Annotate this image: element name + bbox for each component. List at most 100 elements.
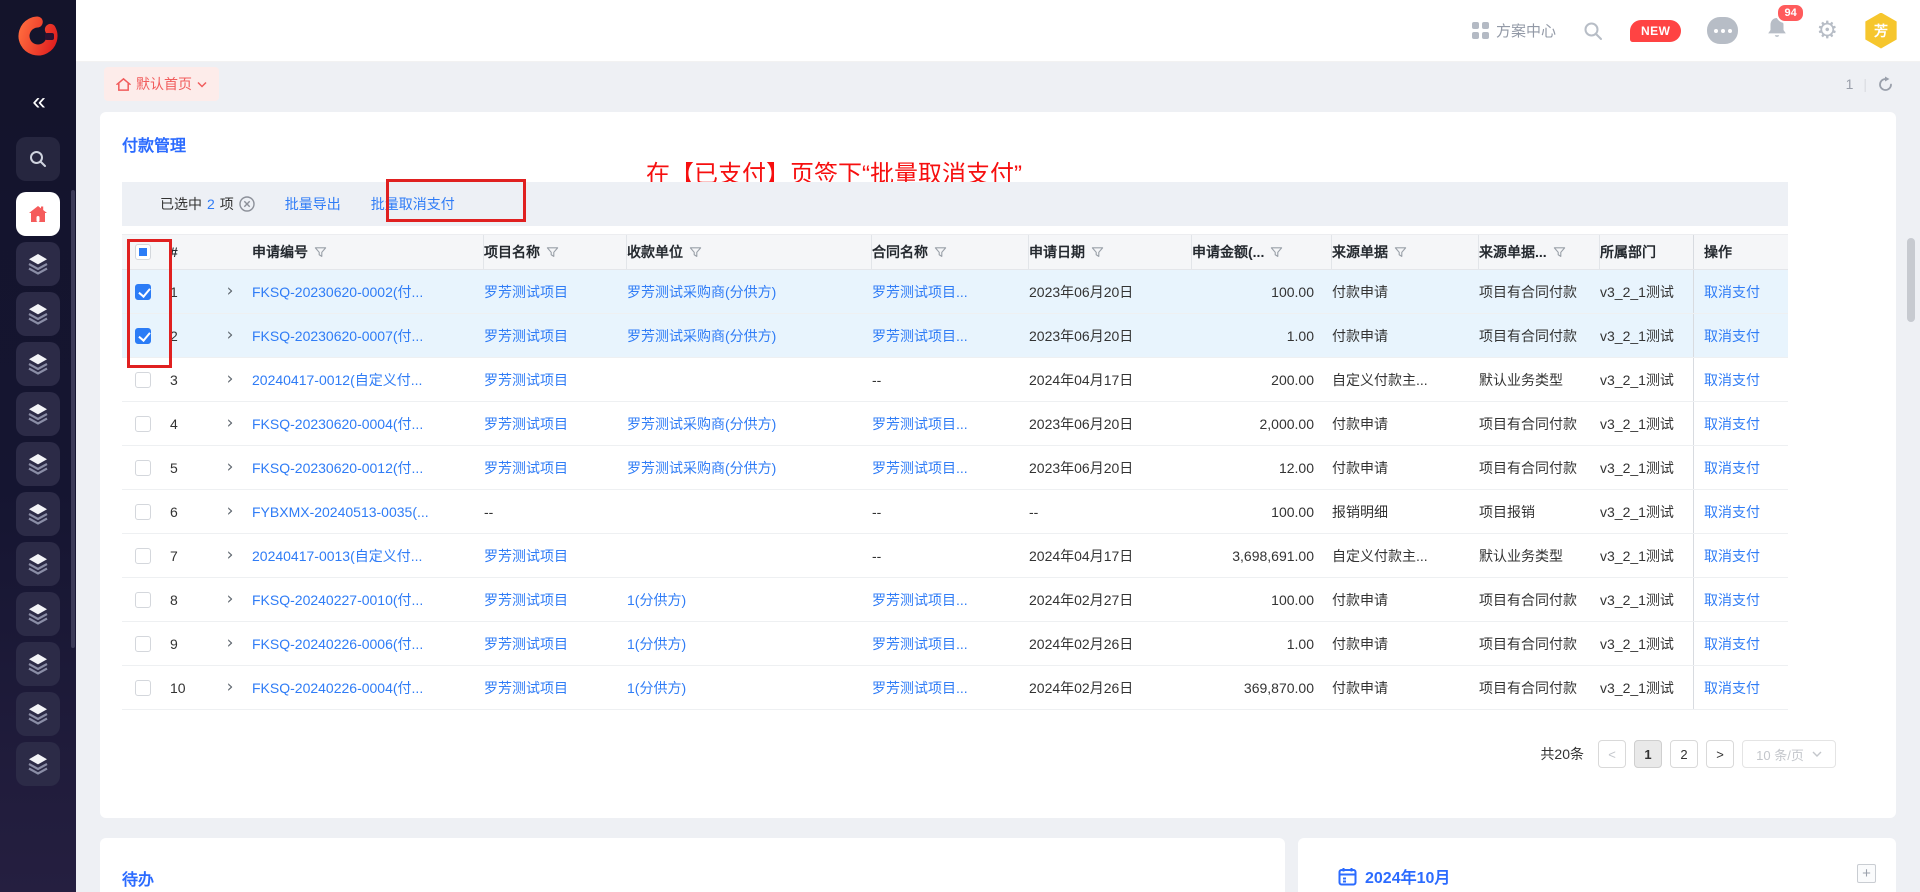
filter-icon[interactable] (1270, 246, 1283, 259)
cell-contract[interactable]: 罗芳测试项目... (872, 326, 1029, 346)
filter-icon[interactable] (934, 246, 947, 259)
cancel-pay-link[interactable]: 取消支付 (1704, 370, 1760, 390)
cell-contract[interactable]: 罗芳测试项目... (872, 634, 1029, 654)
filter-icon[interactable] (314, 246, 327, 259)
cell-project[interactable]: 罗芳测试项目 (484, 678, 627, 698)
sidebar-item-module-2[interactable] (16, 292, 60, 336)
settings-gear-icon[interactable]: ⚙ (1816, 19, 1838, 43)
filter-icon[interactable] (546, 246, 559, 259)
cancel-pay-link[interactable]: 取消支付 (1704, 282, 1760, 302)
row-expand-button[interactable]: › (214, 679, 252, 696)
cancel-pay-link[interactable]: 取消支付 (1704, 634, 1760, 654)
row-expand-button[interactable]: › (214, 503, 252, 520)
row-expand-button[interactable]: › (214, 547, 252, 564)
sidebar-item-module-3[interactable] (16, 342, 60, 386)
row-checkbox[interactable] (135, 592, 151, 608)
cell-apply-no[interactable]: FKSQ-20240226-0006(付... (252, 634, 484, 654)
row-checkbox[interactable] (135, 328, 151, 344)
select-all-checkbox[interactable] (135, 244, 151, 260)
cell-project[interactable]: 罗芳测试项目 (484, 634, 627, 654)
calendar-add-button[interactable]: + (1857, 864, 1876, 883)
sidebar-item-module-8[interactable] (16, 592, 60, 636)
sidebar-item-module-1[interactable] (16, 242, 60, 286)
cell-apply-no[interactable]: 20240417-0013(自定义付... (252, 546, 484, 566)
cell-apply-no[interactable]: FKSQ-20240226-0004(付... (252, 678, 484, 698)
row-expand-button[interactable]: › (214, 327, 252, 344)
cancel-pay-link[interactable]: 取消支付 (1704, 458, 1760, 478)
cell-contract[interactable]: 罗芳测试项目... (872, 282, 1029, 302)
sidebar-item-module-10[interactable] (16, 692, 60, 736)
sidebar-item-module-9[interactable] (16, 642, 60, 686)
cell-payee[interactable]: 罗芳测试采购商(分供方) (627, 414, 872, 434)
cell-payee[interactable]: 罗芳测试采购商(分供方) (627, 458, 872, 478)
avatar[interactable]: 芳 (1864, 13, 1898, 49)
row-checkbox[interactable] (135, 548, 151, 564)
sidebar-item-module-7[interactable] (16, 542, 60, 586)
row-checkbox[interactable] (135, 636, 151, 652)
cell-project[interactable]: 罗芳测试项目 (484, 282, 627, 302)
cell-payee[interactable]: 罗芳测试采购商(分供方) (627, 326, 872, 346)
row-checkbox[interactable] (135, 680, 151, 696)
row-expand-button[interactable]: › (214, 371, 252, 388)
row-checkbox[interactable] (135, 372, 151, 388)
pagination-page-2[interactable]: 2 (1670, 740, 1698, 768)
batch-cancel-pay-button[interactable]: 批量取消支付 (371, 194, 455, 214)
batch-export-button[interactable]: 批量导出 (285, 194, 341, 214)
topbar-search-button[interactable] (1582, 20, 1604, 42)
cell-payee[interactable]: 1(分供方) (627, 634, 872, 654)
cell-project[interactable]: 罗芳测试项目 (484, 590, 627, 610)
row-checkbox[interactable] (135, 504, 151, 520)
page-size-select[interactable]: 10 条/页 (1742, 740, 1836, 768)
cell-apply-no[interactable]: FYBXMX-20240513-0035(... (252, 504, 484, 520)
cell-apply-no[interactable]: FKSQ-20230620-0007(付... (252, 326, 484, 346)
cancel-pay-link[interactable]: 取消支付 (1704, 590, 1760, 610)
cancel-pay-link[interactable]: 取消支付 (1704, 502, 1760, 522)
row-expand-button[interactable]: › (214, 635, 252, 652)
pagination-prev-button[interactable]: < (1598, 740, 1626, 768)
tab-default-home[interactable]: 默认首页 (104, 67, 219, 101)
sidebar-search-button[interactable] (16, 137, 60, 181)
cell-payee[interactable]: 罗芳测试采购商(分供方) (627, 282, 872, 302)
new-badge[interactable]: NEW (1630, 20, 1682, 42)
notifications-button[interactable]: 94 (1764, 15, 1790, 46)
row-checkbox[interactable] (135, 416, 151, 432)
cancel-pay-link[interactable]: 取消支付 (1704, 414, 1760, 434)
clear-selection-icon[interactable] (239, 196, 255, 212)
cell-contract[interactable]: 罗芳测试项目... (872, 414, 1029, 434)
sidebar-item-module-5[interactable] (16, 442, 60, 486)
filter-icon[interactable] (1091, 246, 1104, 259)
cell-apply-no[interactable]: 20240417-0012(自定义付... (252, 370, 484, 390)
row-checkbox[interactable] (135, 284, 151, 300)
app-logo-icon[interactable] (17, 15, 59, 57)
sidebar-item-module-4[interactable] (16, 392, 60, 436)
cell-payee[interactable]: 1(分供方) (627, 678, 872, 698)
refresh-icon[interactable] (1877, 76, 1894, 93)
cell-contract[interactable]: 罗芳测试项目... (872, 678, 1029, 698)
cell-apply-no[interactable]: FKSQ-20240227-0010(付... (252, 590, 484, 610)
cell-project[interactable]: 罗芳测试项目 (484, 414, 627, 434)
row-expand-button[interactable]: › (214, 459, 252, 476)
cell-apply-no[interactable]: FKSQ-20230620-0012(付... (252, 458, 484, 478)
cancel-pay-link[interactable]: 取消支付 (1704, 678, 1760, 698)
row-expand-button[interactable]: › (214, 415, 252, 432)
messages-icon[interactable] (1707, 17, 1738, 44)
pagination-next-button[interactable]: > (1706, 740, 1734, 768)
page-scrollbar-thumb[interactable] (1907, 238, 1915, 322)
sidebar-scrollbar[interactable] (71, 190, 75, 648)
filter-icon[interactable] (689, 246, 702, 259)
filter-icon[interactable] (1553, 246, 1566, 259)
filter-icon[interactable] (1394, 246, 1407, 259)
cell-contract[interactable]: 罗芳测试项目... (872, 458, 1029, 478)
cell-project[interactable]: 罗芳测试项目 (484, 370, 627, 390)
cancel-pay-link[interactable]: 取消支付 (1704, 326, 1760, 346)
sidebar-item-module-11[interactable] (16, 742, 60, 786)
cancel-pay-link[interactable]: 取消支付 (1704, 546, 1760, 566)
sidebar-collapse-icon[interactable]: « (0, 88, 76, 116)
cell-contract[interactable]: 罗芳测试项目... (872, 590, 1029, 610)
sidebar-item-home-active[interactable] (16, 192, 60, 236)
row-checkbox[interactable] (135, 460, 151, 476)
cell-apply-no[interactable]: FKSQ-20230620-0002(付... (252, 282, 484, 302)
row-expand-button[interactable]: › (214, 591, 252, 608)
scheme-center-button[interactable]: 方案中心 (1472, 20, 1556, 41)
cell-project[interactable]: 罗芳测试项目 (484, 326, 627, 346)
